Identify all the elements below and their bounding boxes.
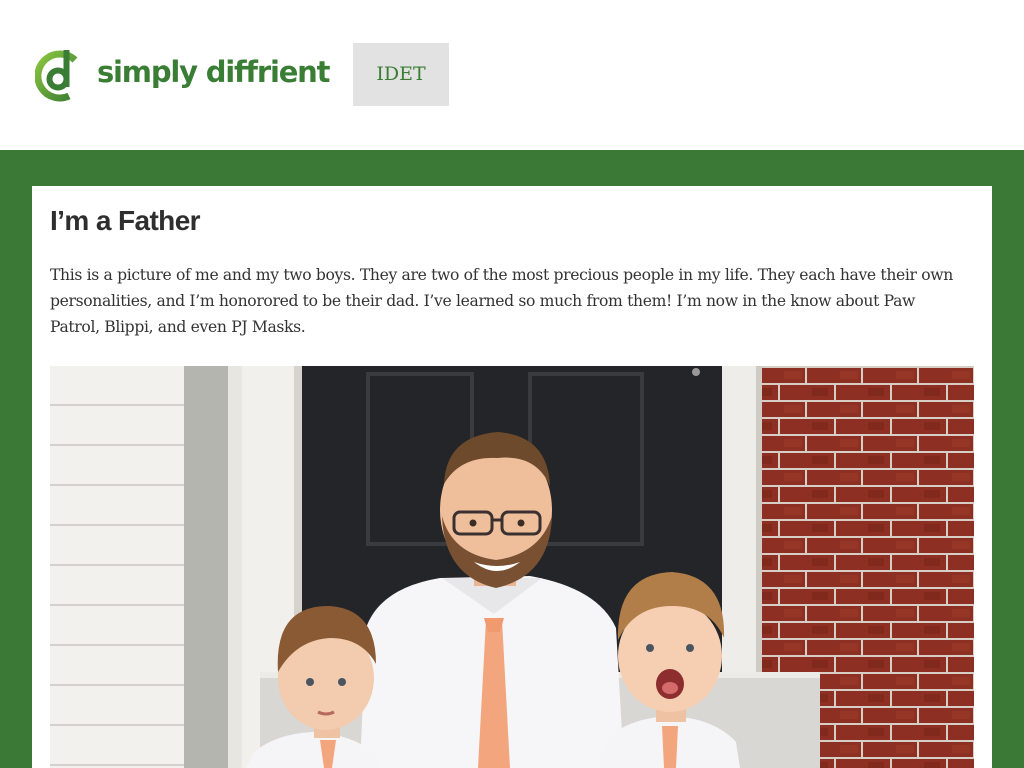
site-header: simply diffrient IDET: [0, 0, 1024, 150]
post-card: I’m a Father This is a picture of me and…: [32, 186, 992, 768]
nav-idet-button[interactable]: IDET: [353, 43, 449, 106]
post-body: This is a picture of me and my two boys.…: [50, 266, 953, 336]
post-title: I’m a Father: [50, 205, 201, 236]
family-photo: [50, 366, 974, 768]
d-logo-icon: [35, 48, 81, 102]
brand-name: simply diffrient: [97, 54, 330, 89]
brand-logo-link[interactable]: simply diffrient: [35, 48, 330, 102]
